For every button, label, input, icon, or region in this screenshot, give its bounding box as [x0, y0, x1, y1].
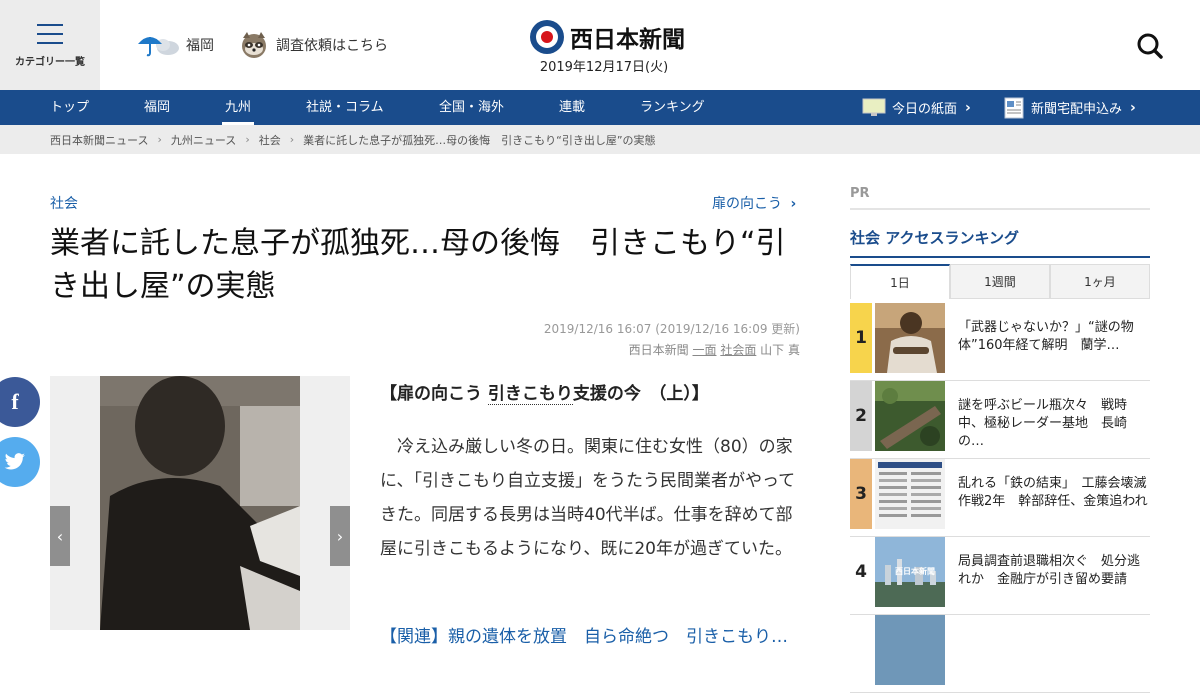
breadcrumb-item-society[interactable]: 社会 [259, 132, 281, 148]
ranking-item[interactable]: 2 謎を呼ぶビール瓶次々 戦時中、極秘レーダー基地 長崎の… [850, 381, 1150, 459]
article-photo-carousel: ‹ › [50, 376, 350, 630]
chevron-left-icon: ‹ [56, 526, 64, 546]
article-category-link[interactable]: 社会 [50, 193, 78, 213]
weather-city: 福岡 [186, 38, 214, 54]
ranking-thumbnail [875, 381, 945, 451]
author-name: 山下 真 [760, 343, 800, 357]
ranking-item[interactable] [850, 615, 1150, 693]
rank-number: 1 [850, 303, 872, 373]
ranking-thumbnail: 西日本新聞 [875, 537, 945, 607]
article-byline: 西日本新聞 一面 社会面 山下 真 [629, 341, 800, 358]
breadcrumb-item-kyushu[interactable]: 九州ニュース [171, 132, 236, 148]
ranking-headline: 「武器じゃないか？」“謎の物体”160年経て解明 蘭学… [958, 320, 1134, 353]
ranking-item[interactable]: 1 「武器じゃないか？」“謎の物体”160年経て解明 蘭学… [850, 303, 1150, 381]
current-date: 2019年12月17日(火) [539, 60, 669, 75]
logo-mark-icon [530, 20, 564, 54]
chevron-right-icon: › [965, 99, 971, 116]
umbrella-cloud-icon [138, 37, 179, 57]
breadcrumb-separator-icon: › [289, 133, 295, 146]
related-article-link[interactable]: 【関連】親の遺体を放置 自ら命絶つ 引きこもり… [380, 622, 788, 647]
hamburger-icon [37, 24, 63, 44]
lede-keyword-link[interactable]: 引きこもり [487, 384, 573, 405]
article-lede: 【扉の向こう 引きこもり支援の今 （上）】 [380, 379, 709, 405]
ranking-thumbnail [875, 615, 945, 685]
todays-paper-label: 今日の紙面 [892, 102, 958, 117]
page-link-front[interactable]: 一面 [692, 343, 716, 357]
facebook-share-button[interactable]: f [0, 377, 40, 427]
source-name: 西日本新聞 [628, 343, 689, 357]
pr-divider [850, 208, 1150, 210]
chevron-right-icon: › [790, 196, 797, 212]
series-label: 扉の向こう [712, 196, 782, 212]
tab-1month[interactable]: 1ヶ月 [1050, 264, 1150, 299]
nav-item-national[interactable]: 全国・海外 [439, 90, 504, 125]
breadcrumb-item-current: 業者に託した息子が孤独死…母の後悔 引きこもり“引き出し屋”の実態 [303, 133, 656, 147]
search-icon[interactable] [1136, 32, 1164, 60]
category-menu-label: カテゴリー一覧 [15, 57, 85, 68]
ranking-headline: 局員調査前退職相次ぐ 処分逃れか 金融庁が引き留め要請 [958, 554, 1141, 587]
series-link[interactable]: 扉の向こう › [712, 193, 796, 213]
twitter-share-button[interactable] [0, 437, 40, 487]
ranking-headline: 謎を呼ぶビール瓶次々 戦時中、極秘レーダー基地 長崎の… [958, 398, 1128, 449]
carousel-prev-button[interactable]: ‹ [50, 506, 70, 566]
chevron-right-icon: › [1130, 99, 1136, 116]
ranking-thumbnail [875, 303, 945, 373]
request-link[interactable]: 調査依頼はこちら [238, 30, 388, 60]
nav-item-kyushu[interactable]: 九州 [221, 90, 255, 125]
ranking-headline: 乱れる「鉄の結束」 工藤会壊滅作戦2年 幹部辞任、金策追われ [958, 476, 1148, 509]
nav-item-top[interactable]: トップ [50, 90, 89, 125]
thumbnail-logo-text: 西日本新聞 [895, 567, 935, 576]
nav-item-ranking[interactable]: ランキング [640, 90, 705, 125]
category-menu-button[interactable]: カテゴリー一覧 [0, 0, 100, 90]
nav-item-fukuoka[interactable]: 福岡 [144, 90, 170, 125]
article-title: 業者に託した息子が孤独死…母の後悔 引きこもり“引き出し屋”の実態 [50, 226, 786, 304]
article-photo [100, 376, 300, 630]
subscribe-label: 新聞宅配申込み [1031, 102, 1123, 117]
ranking-title: 社会 アクセスランキング [850, 229, 1020, 247]
pr-label: PR [850, 186, 870, 201]
ranking-item[interactable]: 4 西日本新聞 局員調査前退職相次ぐ 処分逃れか 金融庁が引き留め要請 [850, 537, 1150, 615]
rank-number: 2 [850, 381, 872, 451]
nav-item-editorial[interactable]: 社説・コラム [306, 90, 384, 125]
site-logo[interactable]: 西日本新聞 [528, 18, 685, 56]
weather-link[interactable]: 福岡 [136, 32, 214, 58]
facebook-icon: f [11, 389, 19, 414]
photo-image [100, 376, 300, 630]
ranking-divider [850, 256, 1150, 258]
site-header: カテゴリー一覧 福岡 調査依頼はこちら 西日本新聞 2019年12月17日(火) [0, 0, 1200, 90]
breadcrumb-item-home[interactable]: 西日本新聞ニュース [50, 132, 148, 148]
main-nav: トップ 福岡 九州 社説・コラム 全国・海外 連載 ランキング 今日の紙面 › … [0, 90, 1200, 125]
tab-1day[interactable]: 1日 [850, 264, 950, 299]
article-timestamp: 2019/12/16 16:07 (2019/12/16 16:09 更新) [543, 322, 800, 336]
rank-number: 3 [850, 459, 872, 529]
subscribe-link[interactable]: 新聞宅配申込み › [1004, 90, 1136, 125]
nav-item-series[interactable]: 連載 [559, 90, 585, 125]
breadcrumb-separator-icon: › [245, 133, 250, 146]
article-body: 冷え込み厳しい冬の日。関東に住む女性（80）の家に、「引きこもり自立支援」をうた… [380, 437, 796, 559]
raccoon-icon [242, 32, 266, 58]
monitor-icon [862, 98, 886, 116]
tab-1week[interactable]: 1週間 [950, 264, 1050, 299]
page-link-society[interactable]: 社会面 [720, 343, 756, 357]
logo-text: 西日本新聞 [570, 26, 685, 53]
ranking-tabs: 1日 1週間 1ヶ月 [850, 264, 1150, 299]
newspaper-icon [1004, 97, 1024, 118]
lede-prefix: 【扉の向こう [380, 384, 488, 404]
carousel-next-button[interactable]: › [330, 506, 350, 566]
lede-suffix: 支援の今 （上）】 [572, 384, 709, 404]
twitter-icon [4, 453, 25, 470]
todays-paper-link[interactable]: 今日の紙面 › [862, 90, 971, 125]
rank-number: 4 [855, 562, 867, 582]
chevron-right-icon: › [336, 526, 344, 546]
breadcrumb: 西日本新聞ニュース › 九州ニュース › 社会 › 業者に託した息子が孤独死…母… [0, 125, 1200, 154]
ranking-thumbnail [875, 459, 945, 529]
ranking-item[interactable]: 3 乱れる「鉄の結束」 工藤会壊滅作戦2年 幹部辞任、金策追われ [850, 459, 1150, 537]
request-label: 調査依頼はこちら [276, 38, 388, 54]
breadcrumb-separator-icon: › [157, 133, 162, 146]
